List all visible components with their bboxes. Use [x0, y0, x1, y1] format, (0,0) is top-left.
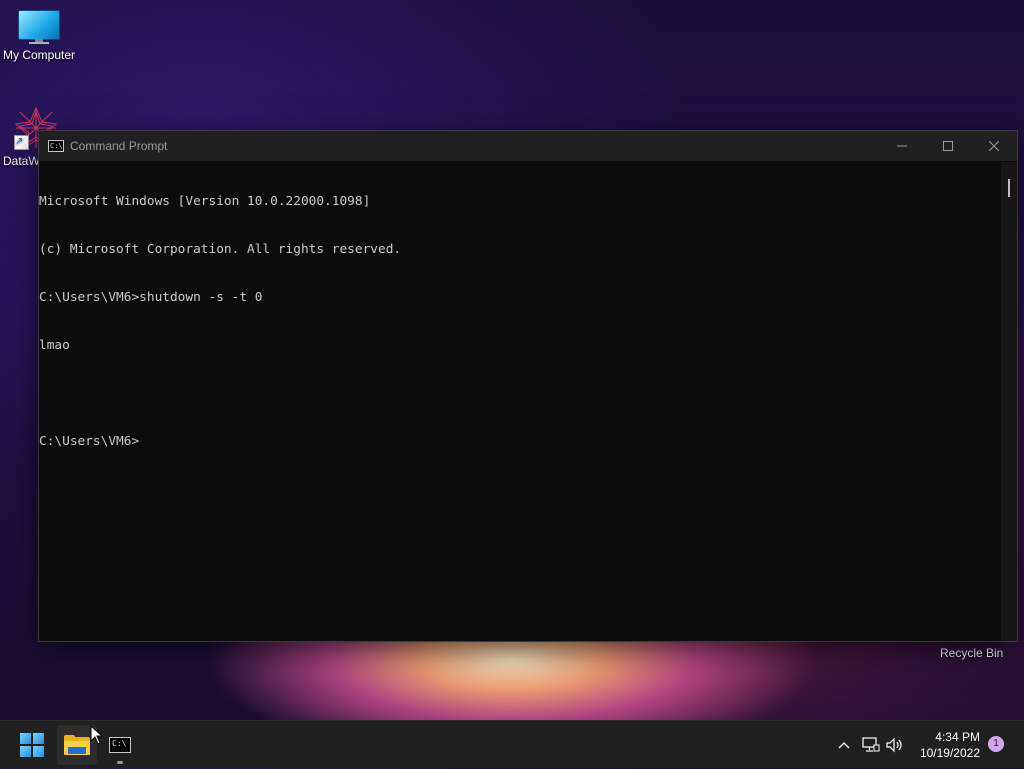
running-indicator — [117, 761, 123, 764]
console-prompt-line: C:\Users\VM6> — [39, 434, 140, 449]
start-button[interactable] — [12, 725, 52, 765]
chevron-up-icon — [838, 742, 850, 749]
show-hidden-icons-button[interactable] — [834, 721, 854, 769]
minimize-icon — [897, 145, 907, 147]
mouse-cursor-icon — [90, 725, 104, 745]
desktop-icon-label: My Computer — [2, 48, 76, 62]
close-icon — [989, 141, 999, 151]
volume-button[interactable] — [884, 721, 906, 769]
notification-badge[interactable]: 1 — [988, 736, 1004, 752]
console-line: Microsoft Windows [Version 10.0.22000.10… — [39, 194, 371, 209]
console-line: C:\Users\VM6>shutdown -s -t 0 — [39, 290, 263, 305]
desktop-icon-my-computer[interactable]: My Computer — [0, 10, 78, 62]
window-title: Command Prompt — [70, 139, 168, 153]
cmd-icon: C:\ — [109, 737, 131, 753]
windows-logo-icon — [20, 733, 44, 757]
console-output[interactable]: Microsoft Windows [Version 10.0.22000.10… — [39, 162, 1001, 641]
cmd-icon: C:\ — [48, 140, 64, 152]
clock-date: 10/19/2022 — [919, 746, 980, 760]
volume-icon — [886, 737, 902, 753]
recycle-bin-label[interactable]: Recycle Bin — [940, 646, 1003, 660]
window-titlebar[interactable]: C:\ Command Prompt — [39, 131, 1017, 161]
console-line: lmao — [39, 338, 70, 353]
scrollbar-thumb[interactable] — [1008, 179, 1010, 197]
console-line: (c) Microsoft Corporation. All rights re… — [39, 242, 402, 257]
shortcut-arrow-icon: ↗ — [14, 135, 29, 150]
minimize-button[interactable] — [879, 131, 925, 161]
taskbar-command-prompt[interactable]: C:\ — [100, 725, 140, 765]
network-icon — [862, 737, 880, 752]
maximize-button[interactable] — [925, 131, 971, 161]
vertical-scrollbar[interactable] — [1001, 162, 1017, 641]
clock[interactable]: 4:34 PM 10/19/2022 — [910, 729, 980, 761]
clock-time: 4:34 PM — [935, 730, 980, 744]
close-button[interactable] — [971, 131, 1017, 161]
network-button[interactable] — [860, 721, 882, 769]
computer-icon — [17, 10, 61, 44]
command-prompt-window[interactable]: C:\ Command Prompt Microsoft Windows [Ve… — [38, 130, 1018, 642]
taskbar: C:\ 4:34 PM 10/19/2022 — [0, 720, 1024, 768]
maximize-icon — [943, 141, 953, 151]
folder-icon — [64, 735, 90, 755]
